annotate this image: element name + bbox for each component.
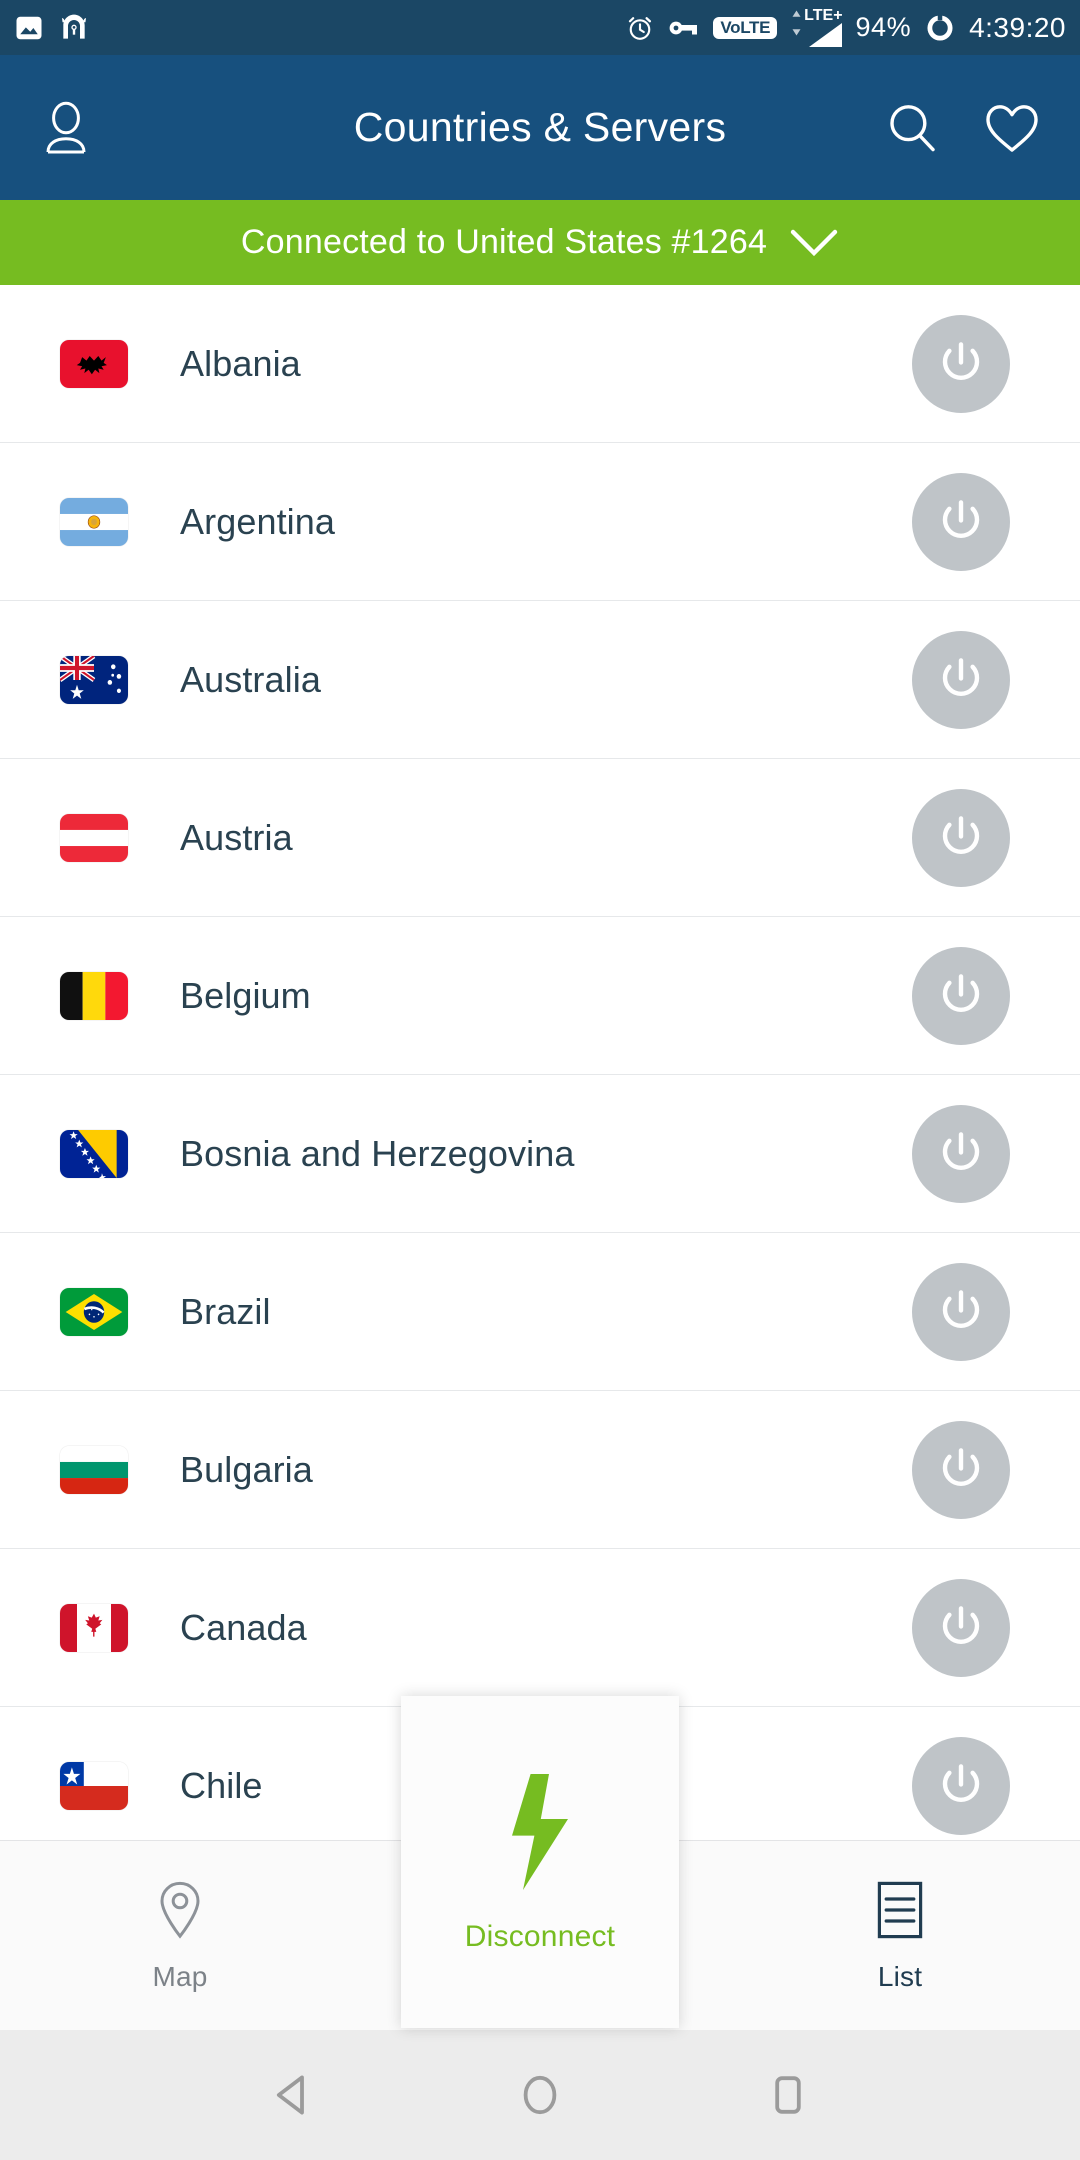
nav-tab-list-label: List xyxy=(877,1960,923,1992)
table-row[interactable]: Albania xyxy=(0,285,1080,443)
recents-square-icon[interactable] xyxy=(764,2071,812,2119)
table-row[interactable]: Canada xyxy=(0,1549,1080,1707)
country-name: Australia xyxy=(180,658,321,700)
country-name: Argentina xyxy=(180,500,336,542)
table-row[interactable]: Argentina xyxy=(0,443,1080,601)
flag-icon-br xyxy=(60,1287,128,1336)
status-bar-right-icons: VoLTE LTE+ 94% 4:39:20 xyxy=(625,7,1066,48)
table-row[interactable]: Australia xyxy=(0,601,1080,759)
power-icon[interactable] xyxy=(912,1420,1010,1519)
search-icon[interactable] xyxy=(884,100,940,156)
table-row[interactable]: Bulgaria xyxy=(0,1391,1080,1549)
bottom-navigation: Map List Disconnect xyxy=(0,1696,1080,2030)
app-bar: Countries & Servers xyxy=(0,55,1080,200)
country-name: Chile xyxy=(180,1764,263,1806)
app-screen: VoLTE LTE+ 94% 4:39:20 Countries & Serve… xyxy=(0,0,1080,2160)
connection-status-text: Connected to United States #1264 xyxy=(240,223,768,261)
home-circle-icon[interactable] xyxy=(516,2071,564,2119)
power-icon[interactable] xyxy=(912,1578,1010,1677)
person-icon[interactable] xyxy=(40,100,92,156)
country-name: Bosnia and Herzegovina xyxy=(180,1132,575,1174)
power-icon[interactable] xyxy=(912,946,1010,1045)
power-icon[interactable] xyxy=(912,630,1010,729)
nav-tab-list[interactable]: List xyxy=(720,1841,1080,2030)
power-icon[interactable] xyxy=(912,788,1010,887)
connection-status-bar[interactable]: Connected to United States #1264 xyxy=(0,200,1080,285)
volte-icon: VoLTE xyxy=(713,16,778,39)
country-list[interactable]: Albania Argentina Australia Austria Belgium B… xyxy=(0,285,1080,1840)
key-icon xyxy=(668,17,700,39)
table-row[interactable]: Bosnia and Herzegovina xyxy=(0,1075,1080,1233)
battery-percent: 94% xyxy=(855,12,912,42)
location-pin-icon xyxy=(154,1879,206,1941)
disconnect-label: Disconnect xyxy=(464,1920,616,1953)
country-name: Belgium xyxy=(180,974,311,1016)
vpn-key-icon xyxy=(58,12,90,44)
table-row[interactable]: Brazil xyxy=(0,1233,1080,1391)
flag-icon-be xyxy=(60,971,128,1020)
alarm-icon xyxy=(625,13,655,43)
app-bar-actions xyxy=(884,100,1040,156)
back-triangle-icon[interactable] xyxy=(268,2071,316,2119)
table-row[interactable]: Austria xyxy=(0,759,1080,917)
lightning-bolt-icon xyxy=(494,1770,586,1894)
table-row[interactable]: Belgium xyxy=(0,917,1080,1075)
chevron-down-icon[interactable] xyxy=(789,228,839,258)
list-icon xyxy=(875,1879,925,1941)
nav-tab-map-label: Map xyxy=(152,1960,208,1992)
flag-icon-ca xyxy=(60,1603,128,1652)
data-arrows-icon xyxy=(790,8,803,38)
power-icon[interactable] xyxy=(912,472,1010,571)
flag-icon-ba xyxy=(60,1129,128,1178)
android-navigation-bar xyxy=(0,2030,1080,2160)
flag-icon-at xyxy=(60,813,128,862)
country-name: Austria xyxy=(180,816,293,858)
country-name: Canada xyxy=(180,1606,307,1648)
status-bar: VoLTE LTE+ 94% 4:39:20 xyxy=(0,0,1080,55)
clock-time: 4:39:20 xyxy=(969,11,1066,43)
power-icon[interactable] xyxy=(912,1262,1010,1361)
lte-signal-icon: LTE+ xyxy=(790,7,843,48)
flag-icon-bg xyxy=(60,1445,128,1494)
signal-bars-icon xyxy=(808,22,842,47)
disconnect-button[interactable]: Disconnect xyxy=(401,1696,679,2028)
country-name: Brazil xyxy=(180,1290,271,1332)
flag-icon-ar xyxy=(60,497,128,546)
flag-icon-au xyxy=(60,655,128,704)
power-icon[interactable] xyxy=(912,1736,1010,1835)
heart-icon[interactable] xyxy=(984,101,1040,155)
flag-icon-cl xyxy=(60,1761,128,1810)
image-icon xyxy=(14,13,44,43)
power-icon[interactable] xyxy=(912,314,1010,413)
nav-tab-map[interactable]: Map xyxy=(0,1841,360,2030)
power-icon[interactable] xyxy=(912,1104,1010,1203)
flag-icon-al xyxy=(60,339,128,388)
battery-icon xyxy=(924,12,956,44)
country-name: Albania xyxy=(180,342,301,384)
country-name: Bulgaria xyxy=(180,1448,313,1490)
status-bar-left-icons xyxy=(14,12,90,44)
